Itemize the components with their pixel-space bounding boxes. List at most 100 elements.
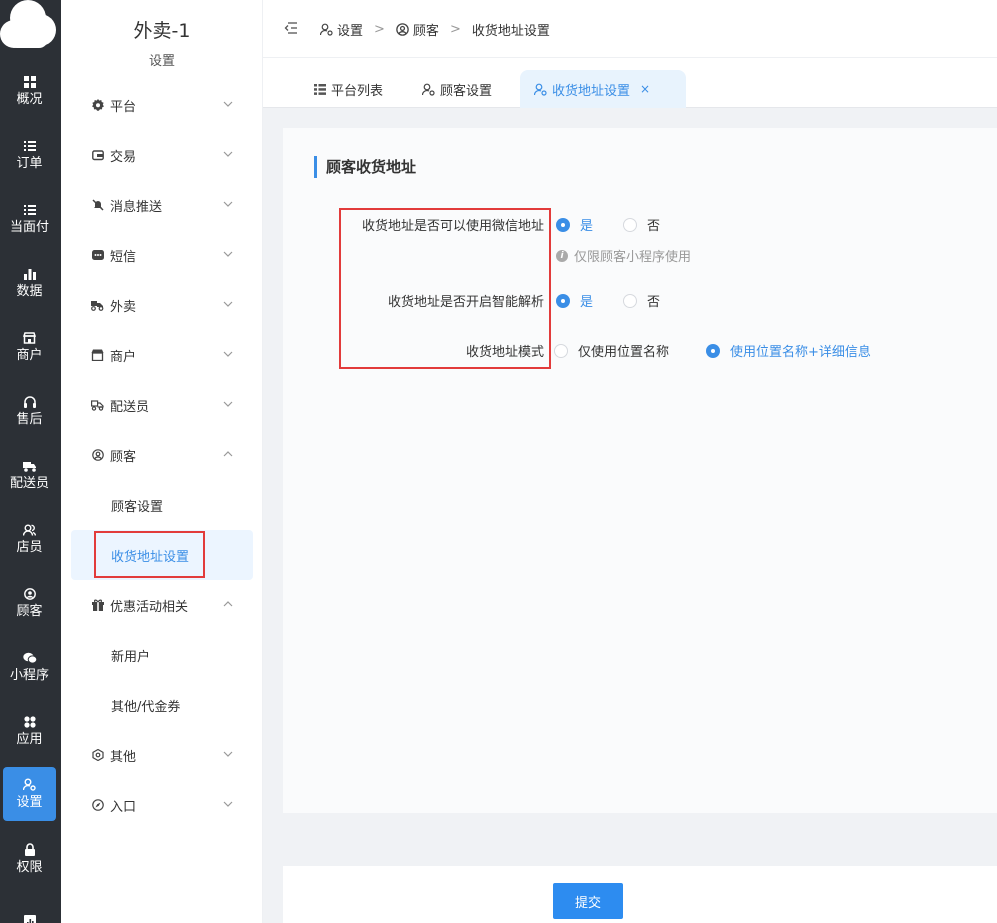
hexagon-icon xyxy=(91,749,104,762)
user-circle-icon xyxy=(23,587,37,601)
chevron-down-icon xyxy=(223,201,233,207)
menu-label: 其他 xyxy=(110,749,137,765)
rail-item-customer[interactable]: 顾客 xyxy=(3,576,56,630)
tab-platform-list[interactable]: 平台列表 xyxy=(300,70,397,108)
info-icon: i xyxy=(556,249,568,262)
rail-item-permissions[interactable]: 权限 xyxy=(3,832,56,886)
rail-item-data[interactable]: 数据 xyxy=(3,256,56,310)
menu-label: 顾客设置 xyxy=(111,499,164,515)
menu-item-other[interactable]: 其他 xyxy=(71,730,253,780)
radio-dot xyxy=(556,293,570,308)
breadcrumb-separator: > xyxy=(449,21,461,37)
rail-label: 当面付 xyxy=(9,219,49,235)
footer-bar xyxy=(283,866,997,923)
radio-label: 是 xyxy=(580,219,594,234)
menu-item-platform[interactable]: 平台 xyxy=(71,80,253,130)
store-icon xyxy=(91,349,104,362)
smart-parse-no-radio[interactable]: 否 xyxy=(623,291,660,310)
scooter-icon xyxy=(91,299,104,312)
user-gear-icon xyxy=(534,83,547,96)
breadcrumb-item-address: 收货地址设置 xyxy=(472,20,550,39)
rail-label: 订单 xyxy=(16,155,43,171)
list-icon xyxy=(23,203,37,217)
rail-label: 商户 xyxy=(16,347,43,363)
breadcrumb-item-customer[interactable]: 顾客 xyxy=(396,20,439,39)
menu-item-courier[interactable]: 配送员 xyxy=(71,380,253,430)
rail-item-settings[interactable]: 设置 xyxy=(3,767,56,821)
rail-item-orders[interactable]: 订单 xyxy=(3,128,56,182)
rail-item-apps[interactable]: 应用 xyxy=(3,704,56,758)
menu-item-promotions[interactable]: 优惠活动相关 xyxy=(71,580,253,630)
menu-item-sms[interactable]: 短信 xyxy=(71,230,253,280)
section-title: 顾客收货地址 xyxy=(314,156,416,178)
rail-item-merchant[interactable]: 商户 xyxy=(3,320,56,374)
radio-label: 使用位置名称+详细信息 xyxy=(730,345,871,360)
address-mode-name-only-radio[interactable]: 仅使用位置名称 xyxy=(554,341,669,360)
tab-label: 收货地址设置 xyxy=(552,83,631,99)
rail-item-report[interactable] xyxy=(3,896,56,923)
logo-icon xyxy=(0,0,56,48)
breadcrumb: 设置 > 顾客 > 收货地址设置 xyxy=(320,0,550,58)
rail-label: 配送员 xyxy=(9,475,49,491)
menu-item-takeout[interactable]: 外卖 xyxy=(71,280,253,330)
radio-label: 是 xyxy=(580,295,594,310)
wechat-address-yes-radio[interactable]: 是 xyxy=(556,215,593,234)
rail-label: 设置 xyxy=(16,794,43,810)
list-icon xyxy=(23,139,37,153)
menu-label: 入口 xyxy=(110,799,137,815)
user-circle-icon xyxy=(91,449,104,462)
chevron-down-icon xyxy=(223,401,233,407)
icon-rail: 概况 订单 当面付 数据 商户 售后 配送员 店员 顾客 小程序 应用 设置 权… xyxy=(0,0,61,923)
chevron-down-icon xyxy=(223,101,233,107)
breadcrumb-separator: > xyxy=(374,21,385,37)
menu-child-customer-settings[interactable]: 顾客设置 xyxy=(71,480,253,530)
gift-icon xyxy=(91,599,104,612)
rail-item-after-sale[interactable]: 售后 xyxy=(3,384,56,438)
chevron-down-icon xyxy=(223,301,233,307)
radio-dot xyxy=(706,343,720,358)
wechat-address-no-radio[interactable]: 否 xyxy=(623,215,660,234)
close-icon[interactable]: × xyxy=(640,82,650,96)
user-circle-icon xyxy=(396,22,409,36)
menu-label: 平台 xyxy=(110,99,137,115)
chevron-down-icon xyxy=(223,151,233,157)
breadcrumb-label: 收货地址设置 xyxy=(471,23,550,39)
smart-parse-yes-radio[interactable]: 是 xyxy=(556,291,593,310)
wechat-icon xyxy=(22,651,37,665)
rail-item-staff[interactable]: 店员 xyxy=(3,512,56,566)
rail-label: 应用 xyxy=(16,731,43,747)
menu-item-merchant[interactable]: 商户 xyxy=(71,330,253,380)
report-icon xyxy=(23,915,37,923)
menu-item-customer[interactable]: 顾客 xyxy=(71,430,253,480)
tab-address-settings[interactable]: 收货地址设置 × xyxy=(520,70,686,108)
user-gear-icon xyxy=(23,778,37,792)
radio-label: 否 xyxy=(647,295,661,310)
rail-item-face-pay[interactable]: 当面付 xyxy=(3,192,56,246)
lock-icon xyxy=(23,843,37,857)
menu-item-message-push[interactable]: 消息推送 xyxy=(71,180,253,230)
breadcrumb-label: 设置 xyxy=(337,23,364,39)
breadcrumb-label: 顾客 xyxy=(412,23,439,39)
submit-button[interactable]: 提交 xyxy=(553,883,623,919)
top-bar: 设置 > 顾客 > 收货地址设置 xyxy=(263,0,997,58)
rail-item-mini-program[interactable]: 小程序 xyxy=(3,640,56,694)
menu-child-new-user[interactable]: 新用户 xyxy=(71,630,253,680)
delivery-icon xyxy=(91,399,104,412)
menu-item-entry[interactable]: 入口 xyxy=(71,780,253,830)
tab-customer-settings[interactable]: 顾客设置 xyxy=(408,70,506,108)
radio-dot xyxy=(623,217,637,232)
rail-item-overview[interactable]: 概况 xyxy=(3,64,56,118)
radio-dot xyxy=(554,343,568,358)
highlight-box-labels xyxy=(339,208,551,369)
hint-text: 仅限顾客小程序使用 xyxy=(574,250,692,265)
rail-item-courier[interactable]: 配送员 xyxy=(3,448,56,502)
menu-child-other-voucher[interactable]: 其他/代金券 xyxy=(71,680,253,730)
menu-label: 短信 xyxy=(110,249,137,265)
tab-label: 平台列表 xyxy=(331,83,384,99)
breadcrumb-item-settings[interactable]: 设置 xyxy=(320,20,363,39)
address-mode-name-detail-radio[interactable]: 使用位置名称+详细信息 xyxy=(706,341,871,360)
menu-label: 优惠活动相关 xyxy=(110,599,189,615)
collapse-menu-icon[interactable] xyxy=(283,20,299,36)
menu-item-trade[interactable]: 交易 xyxy=(71,130,253,180)
menu-label: 消息推送 xyxy=(110,199,163,215)
